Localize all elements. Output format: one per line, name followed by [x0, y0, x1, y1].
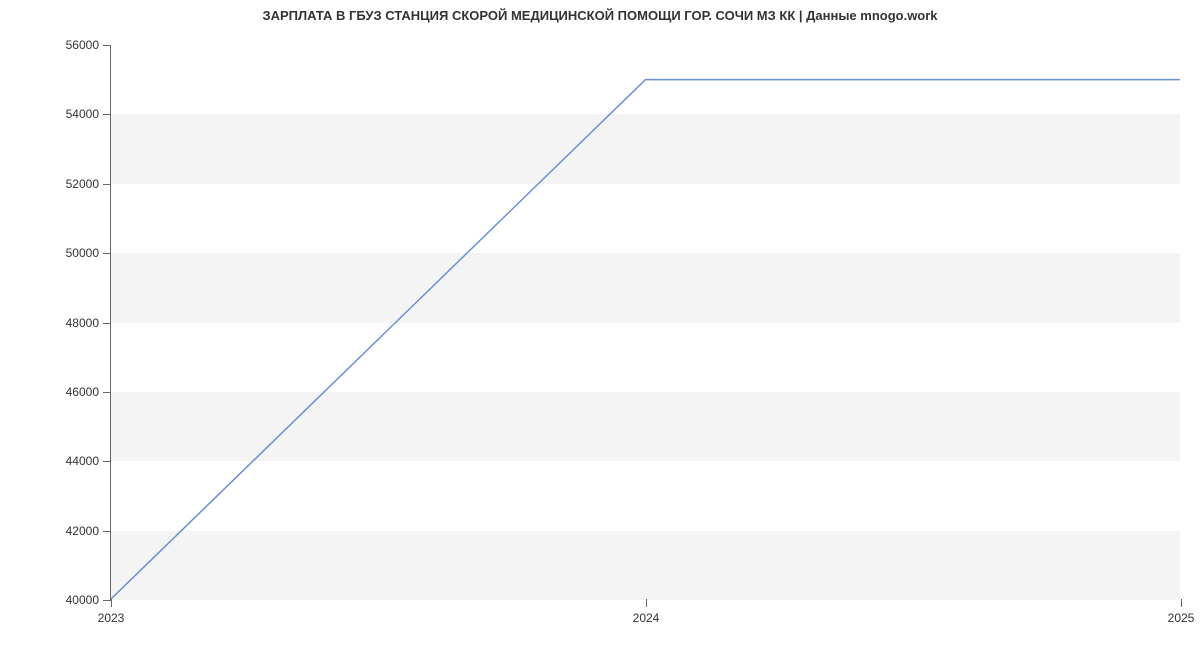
data-line — [111, 45, 1180, 599]
x-tick — [1181, 599, 1182, 607]
x-tick — [111, 599, 112, 607]
y-tick-label: 46000 — [66, 385, 99, 399]
chart-title: ЗАРПЛАТА В ГБУЗ СТАНЦИЯ СКОРОЙ МЕДИЦИНСК… — [0, 8, 1200, 23]
y-tick — [103, 114, 111, 115]
x-tick-label: 2023 — [98, 611, 125, 625]
y-tick — [103, 531, 111, 532]
y-tick-label: 42000 — [66, 524, 99, 538]
y-tick — [103, 392, 111, 393]
y-tick — [103, 461, 111, 462]
y-tick-label: 44000 — [66, 454, 99, 468]
y-tick-label: 40000 — [66, 593, 99, 607]
y-tick — [103, 323, 111, 324]
y-tick-label: 48000 — [66, 316, 99, 330]
y-tick-label: 50000 — [66, 246, 99, 260]
y-tick — [103, 184, 111, 185]
y-tick — [103, 600, 111, 601]
x-tick-label: 2024 — [633, 611, 660, 625]
y-tick-label: 56000 — [66, 38, 99, 52]
x-tick — [646, 599, 647, 607]
x-tick-label: 2025 — [1168, 611, 1195, 625]
plot-area: 4000042000440004600048000500005200054000… — [110, 45, 1180, 600]
y-tick — [103, 45, 111, 46]
y-tick-label: 52000 — [66, 177, 99, 191]
y-tick-label: 54000 — [66, 107, 99, 121]
y-tick — [103, 253, 111, 254]
